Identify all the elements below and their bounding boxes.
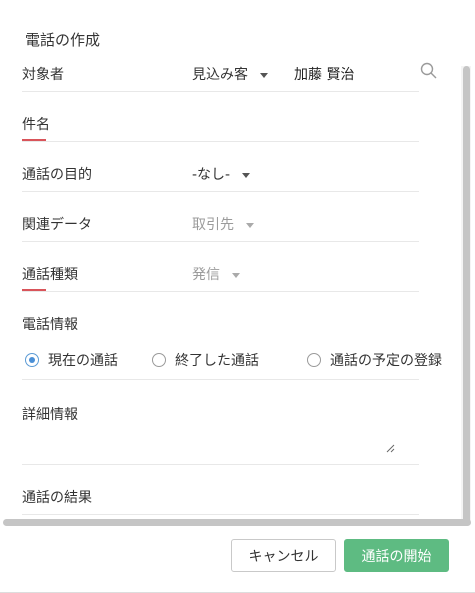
related-select[interactable]: 取引先 [192, 214, 254, 234]
call-type-row: 通話種類 発信 [22, 264, 419, 292]
result-label: 通話の結果 [22, 490, 92, 506]
start-call-button[interactable]: 通話の開始 [344, 539, 449, 572]
call-create-panel: 電話の作成 対象者 見込み客 加藤 賢治 件名 通話の目的 -なし- 関連データ… [0, 0, 475, 528]
dialog-title: 電話の作成 [25, 31, 101, 49]
call-type-value: 発信 [192, 267, 220, 283]
required-marker [22, 139, 46, 141]
subject-row[interactable]: 件名 [22, 114, 419, 142]
horizontal-scrollbar[interactable] [3, 519, 471, 526]
resize-handle-icon[interactable] [386, 444, 395, 453]
cancel-button[interactable]: キャンセル [231, 539, 336, 572]
details-label: 詳細情報 [22, 407, 78, 423]
subject-label: 件名 [22, 117, 50, 133]
purpose-row: 通話の目的 -なし- [22, 164, 419, 192]
who-row: 対象者 見込み客 加藤 賢治 [22, 62, 437, 92]
required-marker [22, 289, 46, 291]
search-icon[interactable] [420, 62, 438, 80]
who-label: 対象者 [22, 67, 64, 83]
purpose-value: -なし- [192, 167, 231, 183]
related-row: 関連データ 取引先 [22, 214, 419, 242]
related-value: 取引先 [192, 217, 234, 233]
result-row[interactable]: 通話の結果 [22, 487, 419, 515]
call-type-label: 通話種類 [22, 267, 78, 283]
related-label: 関連データ [22, 217, 92, 233]
chevron-down-icon [260, 72, 268, 78]
purpose-label: 通話の目的 [22, 167, 92, 183]
divider [22, 360, 419, 380]
call-info-label: 電話情報 [22, 317, 78, 333]
vertical-scrollbar[interactable] [463, 66, 470, 524]
purpose-select[interactable]: -なし- [192, 164, 251, 184]
who-type-value: 見込み客 [192, 67, 248, 83]
who-type-select[interactable]: 見込み客 [192, 64, 268, 84]
chevron-down-icon [242, 172, 251, 178]
details-row[interactable]: 詳細情報 [22, 404, 419, 465]
chevron-down-icon [232, 272, 240, 278]
chevron-down-icon [246, 222, 254, 228]
who-value[interactable]: 加藤 賢治 [294, 64, 354, 84]
call-type-select[interactable]: 発信 [192, 264, 240, 284]
